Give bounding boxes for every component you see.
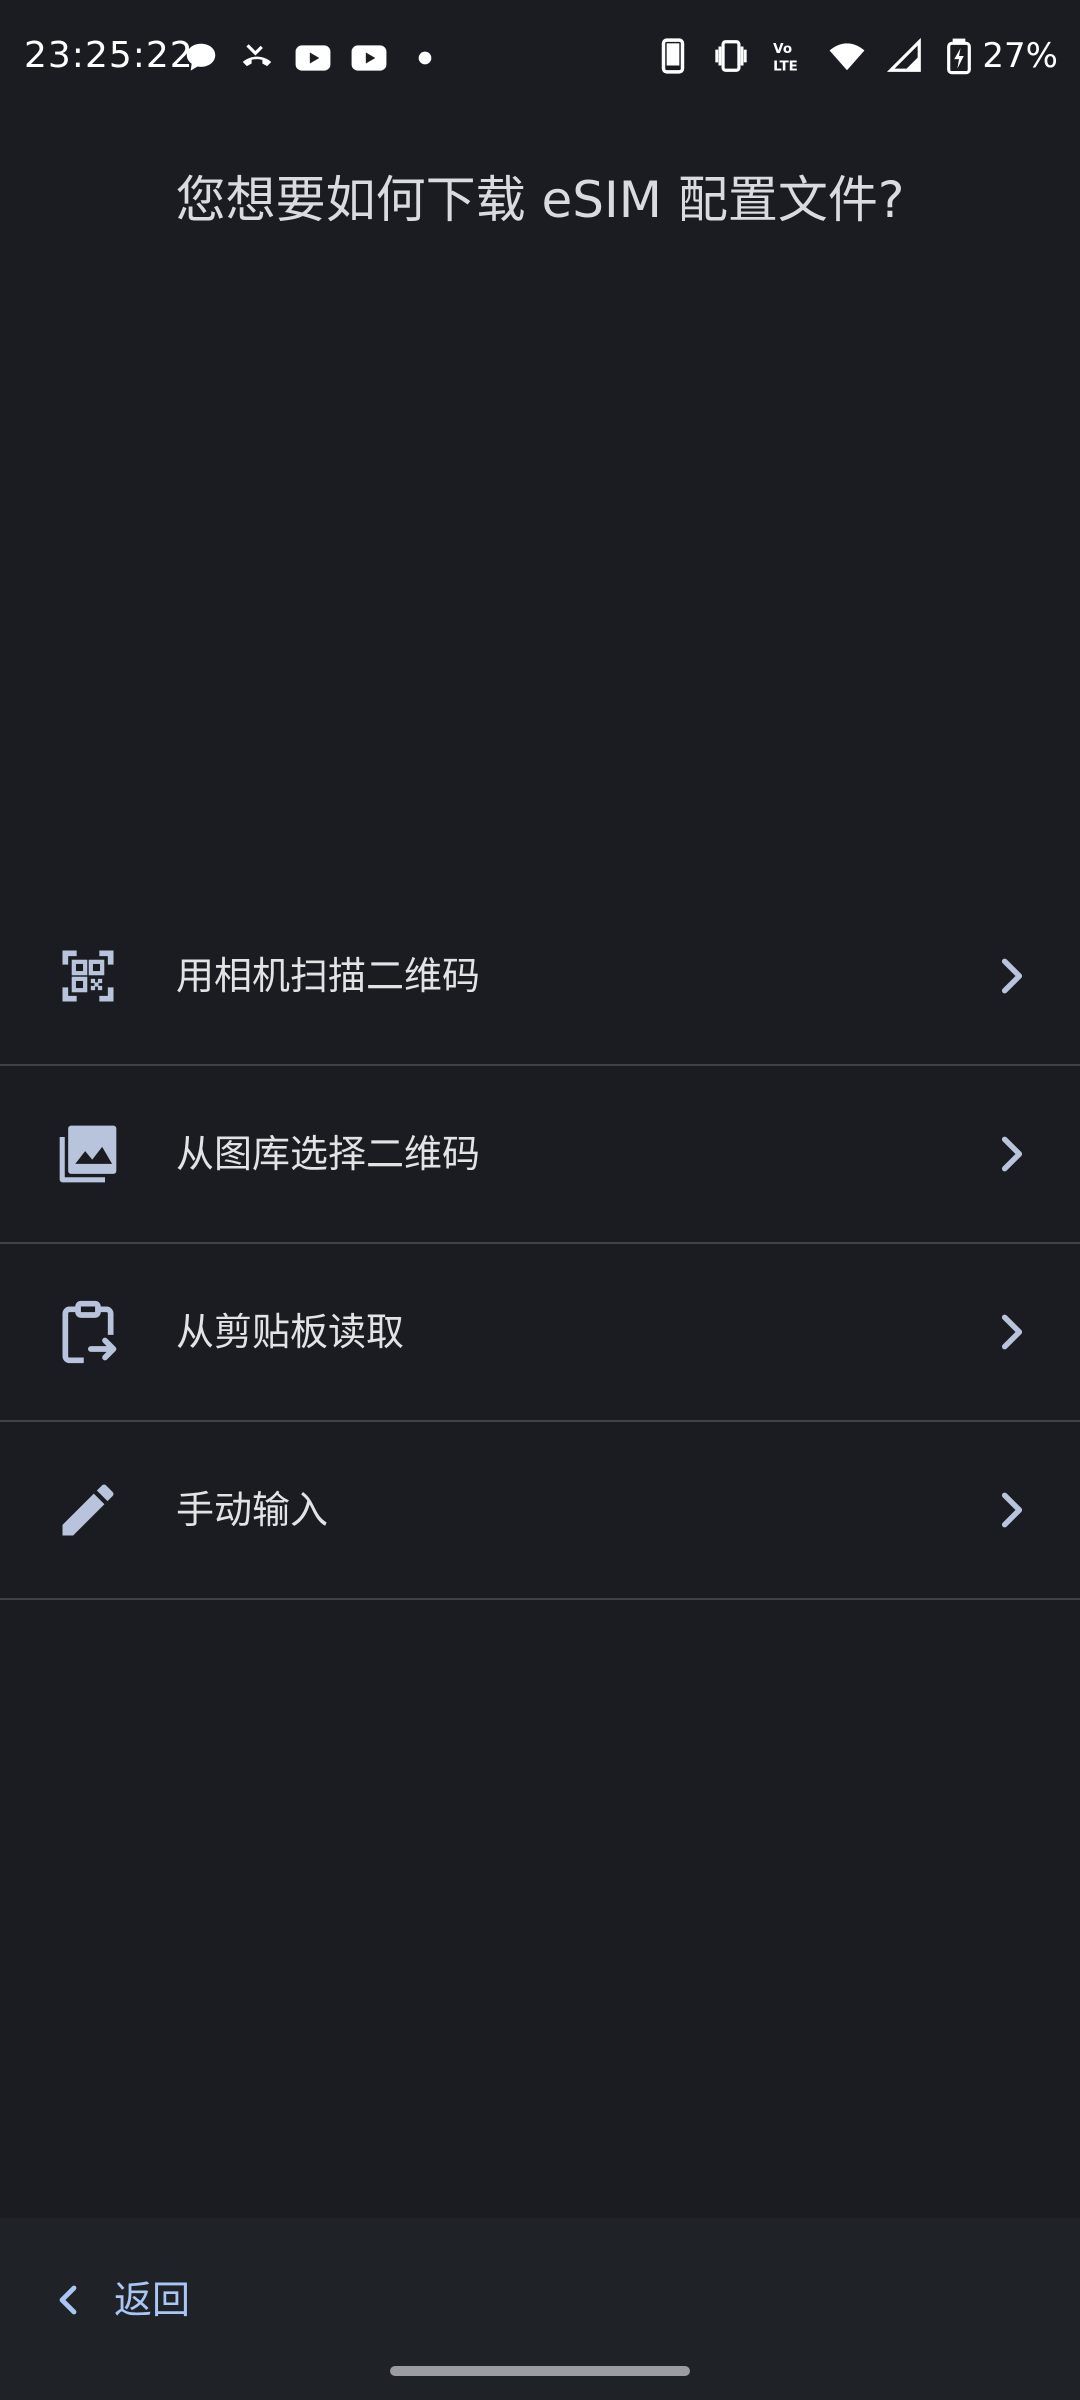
option-choose-qr-gallery[interactable]: 从图库选择二维码 [0,1066,1080,1244]
volte-icon: Vo LTE [770,37,808,75]
chevron-right-icon [992,1310,1032,1354]
system-icons: Vo LTE 27% [654,34,1058,78]
chevron-right-icon [992,1488,1032,1532]
missed-call-icon [238,39,276,77]
status-bar: 23:25:22 Vo LTE 27% [0,0,1080,112]
wifi-icon [828,37,866,75]
home-indicator[interactable] [390,2366,690,2376]
option-manual-entry[interactable]: 手动输入 [0,1422,1080,1600]
option-label: 从图库选择二维码 [176,1132,481,1176]
youtube-icon [350,39,388,77]
signal-icon [886,37,924,75]
status-time: 23:25:22 [24,35,194,76]
option-label: 从剪贴板读取 [176,1310,405,1354]
pencil-icon [54,1476,122,1544]
chat-bubble-icon [182,39,220,77]
option-label: 手动输入 [176,1488,329,1532]
battery-percentage: 27% [982,36,1058,76]
chevron-right-icon [992,1132,1032,1176]
option-label: 用相机扫描二维码 [176,954,481,998]
dot-icon [406,39,444,77]
option-read-clipboard[interactable]: 从剪贴板读取 [0,1244,1080,1422]
clipboard-icon [54,1298,122,1366]
svg-text:Vo: Vo [774,42,793,57]
phone-icon [654,37,692,75]
photo-library-icon [54,1120,122,1188]
chevron-right-icon [992,954,1032,998]
vibrate-icon [712,37,750,75]
qr-code-scan-icon [54,942,122,1010]
back-label: 返回 [114,2278,191,2322]
notification-icons [182,38,462,78]
svg-text:LTE: LTE [774,59,799,74]
download-options-list: 用相机扫描二维码 从图库选择二维码 从剪贴板读取 手动输入 [0,888,1080,1600]
page-title: 您想要如何下载 eSIM 配置文件? [175,171,905,229]
youtube-icon [294,39,332,77]
battery-charging-icon [944,37,974,75]
option-scan-qr-camera[interactable]: 用相机扫描二维码 [0,888,1080,1066]
chevron-left-icon [50,2280,90,2320]
back-button[interactable]: 返回 [50,2268,190,2332]
